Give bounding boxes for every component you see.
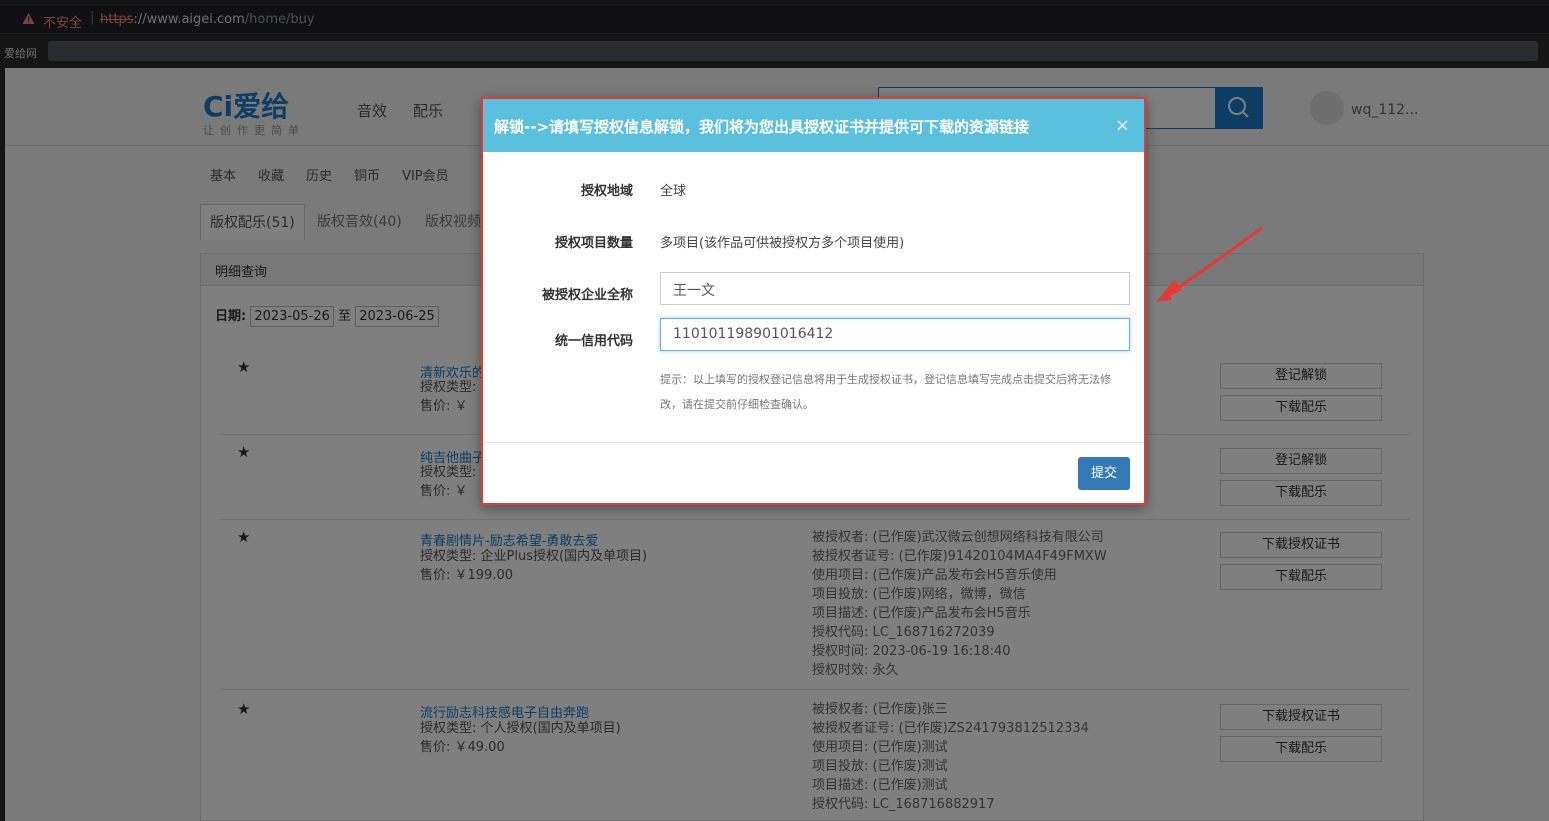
download-certificate-button[interactable]: 下载授权证书 — [1220, 704, 1382, 730]
subnav-favorites[interactable]: 收藏 — [258, 169, 284, 184]
credit-code-input[interactable]: 110101198901016412 — [660, 318, 1130, 351]
submit-button[interactable]: 提交 — [1078, 457, 1130, 490]
bookmark-site[interactable]: 爱给网 — [4, 45, 37, 61]
star-icon[interactable]: ★ — [237, 358, 250, 376]
license-code: 授权代码: LC_168716272039 — [812, 625, 995, 640]
date-label: 日期: — [215, 309, 247, 324]
date-filter: 日期: 2023-05-26 至 2023-06-25 — [215, 305, 439, 327]
company-name-input[interactable]: 王一文 — [660, 272, 1130, 305]
item-price: 售价: ￥ — [420, 484, 468, 499]
project-description: 项目描述: (已作废)测试 — [812, 778, 948, 793]
download-certificate-button[interactable]: 下载授权证书 — [1220, 532, 1382, 558]
url-path: /home/buy — [244, 12, 315, 27]
star-icon[interactable]: ★ — [237, 700, 250, 718]
date-to-separator: 至 — [338, 309, 352, 324]
company-name-label: 被授权企业全称 — [541, 288, 633, 303]
project-channel: 项目投放: (已作废)网络，微博，微信 — [812, 587, 1026, 602]
project-channel: 项目投放: (已作废)测试 — [812, 759, 948, 774]
licensee-id: 被授权者证号: (已作废)ZS241793812512334 — [812, 721, 1089, 736]
register-unlock-button[interactable]: 登记解锁 — [1220, 448, 1382, 474]
region-label: 授权地域 — [580, 184, 633, 199]
table-row: ★ 青春剧情片-励志希望-勇敢去爱 授权类型: 企业Plus授权(国内及单项目)… — [200, 525, 1422, 690]
blurred-bookmarks — [48, 41, 1538, 61]
table-row: ★ 流行励志科技感电子自由奔跑 授权类型: 个人授权(国内及单项目) 售价: ￥… — [200, 697, 1422, 821]
date-from-input[interactable]: 2023-05-26 — [250, 306, 334, 327]
site-slogan: 让创作更简单 — [203, 124, 305, 137]
close-icon[interactable]: × — [1115, 115, 1130, 136]
search-icon — [1228, 97, 1249, 118]
bookmark-bar: 爱给网 — [0, 38, 1549, 66]
browser-chrome: 不安全 | https://www.aigei.com/home/buy 爱给网 — [0, 0, 1549, 68]
project-description: 项目描述: (已作废)产品发布会H5音乐 — [812, 606, 1031, 621]
tab-copyright-sfx[interactable]: 版权音效(40) — [308, 204, 411, 240]
licensee: 被授权者: (已作废)张三 — [812, 702, 948, 717]
tab-copyright-video[interactable]: 版权视频 — [416, 204, 490, 240]
address-bar[interactable]: 不安全 | https://www.aigei.com/home/buy — [0, 6, 1549, 34]
nav-item-sound[interactable]: 音效 — [357, 102, 387, 120]
url-text[interactable]: https://www.aigei.com/home/buy — [100, 12, 315, 27]
download-music-button[interactable]: 下载配乐 — [1220, 736, 1382, 762]
download-music-button[interactable]: 下载配乐 — [1220, 564, 1382, 590]
avatar[interactable] — [1310, 91, 1344, 125]
warning-icon — [22, 13, 35, 24]
download-music-button[interactable]: 下载配乐 — [1220, 480, 1382, 506]
row-divider — [220, 519, 1410, 520]
item-price: 售价: ￥199.00 — [420, 568, 513, 583]
dialog-footer-divider — [483, 442, 1144, 443]
project-count-value: 多项目(该作品可供被授权方多个项目使用) — [660, 236, 905, 251]
register-unlock-button[interactable]: 登记解锁 — [1220, 363, 1382, 389]
item-license-type: 授权类型: — [420, 380, 477, 395]
star-icon[interactable]: ★ — [237, 528, 250, 546]
tab-copyright-music[interactable]: 版权配乐(51) — [200, 204, 305, 240]
subnav-vip[interactable]: VIP会员 — [402, 169, 449, 184]
license-duration: 授权时效: 永久 — [812, 663, 899, 678]
search-button[interactable] — [1215, 87, 1263, 129]
main-nav: 音效 配乐 — [357, 100, 469, 121]
licensee-id: 被授权者证号: (已作废)91420104MA4F49FMXW — [812, 549, 1107, 564]
date-to-input[interactable]: 2023-06-25 — [355, 306, 439, 327]
hint-text: 提示：以上填写的授权登记信息将用于生成授权证书，登记信息填写完成点击提交后将无法… — [660, 373, 1111, 411]
download-music-button[interactable]: 下载配乐 — [1220, 395, 1382, 421]
subnav-basic[interactable]: 基本 — [210, 169, 236, 184]
subnav-history[interactable]: 历史 — [306, 169, 332, 184]
nav-item-music[interactable]: 配乐 — [413, 102, 443, 120]
annotation-arrow-icon — [1156, 226, 1263, 302]
site-logo[interactable]: Ci爱给 — [203, 85, 289, 125]
url-host: ://www.aigei.com — [133, 12, 245, 27]
item-price: 售价: ￥ — [420, 399, 468, 414]
item-license-type: 授权类型: — [420, 465, 477, 480]
region-value: 全球 — [660, 184, 687, 199]
item-license-type: 授权类型: 企业Plus授权(国内及单项目) — [420, 549, 648, 564]
license-code: 授权代码: LC_168716882917 — [812, 797, 995, 812]
sub-nav: 基本 收藏 历史 铜币 VIP会员 — [210, 165, 471, 184]
usage-project: 使用项目: (已作废)测试 — [812, 740, 948, 755]
url-separator: | — [90, 10, 95, 25]
usage-project: 使用项目: (已作废)产品发布会H5音乐使用 — [812, 568, 1057, 583]
subnav-coins[interactable]: 铜币 — [354, 169, 380, 184]
dialog-title: 解锁-->请填写授权信息解锁，我们将为您出具授权证书并提供可下载的资源链接 — [483, 99, 1144, 152]
row-divider — [220, 689, 1410, 690]
star-icon[interactable]: ★ — [237, 443, 250, 461]
credit-code-label: 统一信用代码 — [554, 334, 633, 349]
unlock-dialog: 解锁-->请填写授权信息解锁，我们将为您出具授权证书并提供可下载的资源链接 × … — [481, 97, 1146, 505]
item-price: 售价: ￥49.00 — [420, 740, 505, 755]
url-scheme: https — [100, 12, 134, 27]
username[interactable]: wq_112... — [1351, 102, 1418, 118]
license-time: 授权时间: 2023-06-19 16:18:40 — [812, 644, 1011, 659]
licensee: 被授权者: (已作废)武汉微云创想网络科技有限公司 — [812, 530, 1104, 545]
project-count-label: 授权项目数量 — [554, 236, 633, 251]
item-license-type: 授权类型: 个人授权(国内及单项目) — [420, 721, 621, 736]
insecure-label: 不安全 — [43, 16, 83, 31]
